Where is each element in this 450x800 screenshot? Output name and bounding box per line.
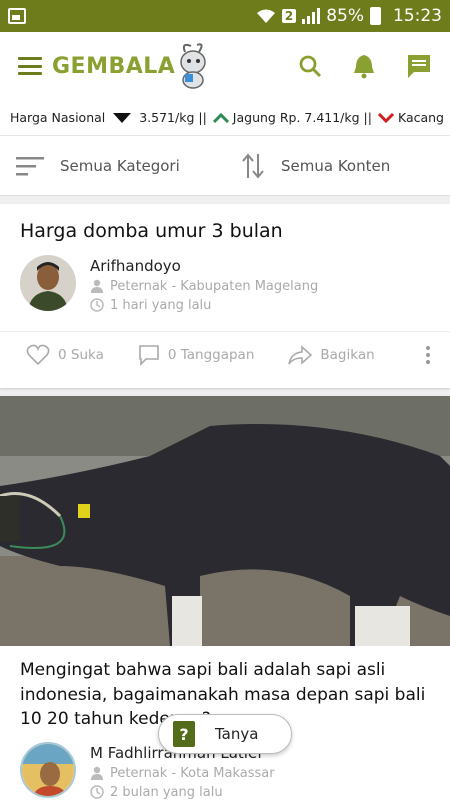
battery-percent: 85% [326,6,364,26]
more-options-icon[interactable] [426,346,430,365]
question-icon: ? [173,721,195,747]
content-filter-label: Semua Konten [281,156,391,175]
post-time: 1 hari yang lalu [90,298,318,313]
logo-text: GEMBALA [52,53,176,79]
avatar[interactable] [20,254,76,311]
trend-up-icon [212,112,229,123]
message-icon[interactable] [406,53,432,79]
category-filter[interactable]: Semua Kategori [0,156,225,176]
person-icon [91,767,103,781]
content-filter[interactable]: Semua Konten [225,152,450,180]
battery-icon [370,7,381,25]
author-role: Peternak - Kabupaten Magelang [90,279,318,294]
ticker-item: Kacang [377,110,444,125]
sim-badge: 2 [281,9,297,23]
menu-icon[interactable] [18,57,42,75]
author-name[interactable]: Arifhandoyo [90,257,318,275]
clock-icon [90,785,104,800]
ticker-item: 3.571/kg || [139,110,207,125]
app-bar: GEMBALA [0,32,450,100]
sort-lines-icon [16,156,44,175]
reply-button[interactable]: 0 Tanggapan [138,344,254,367]
swap-vertical-icon [242,152,264,179]
post-time: 2 bulan yang lalu [90,785,275,800]
trend-down-icon [377,112,394,123]
wifi-icon [256,9,275,23]
search-icon[interactable] [298,54,322,78]
person-icon [91,279,103,294]
category-filter-label: Semua Kategori [60,156,180,175]
dropdown-triangle-icon[interactable] [113,112,132,123]
ask-question-label: Tanya [215,725,259,743]
post-title[interactable]: Harga domba umur 3 bulan [0,204,450,245]
share-button[interactable]: Bagikan [288,345,375,365]
share-icon [288,345,313,365]
ask-question-button[interactable]: ? Tanya [158,714,292,754]
bell-icon[interactable] [352,53,376,79]
avatar[interactable] [20,741,76,798]
gallery-notification-icon [8,8,26,24]
filter-bar: Semua Kategori Semua Konten [0,136,450,196]
post-author: Arifhandoyo Peternak - Kabupaten Magelan… [0,245,450,313]
goat-mascot-icon [180,43,207,89]
author-role: Peternak - Kota Makassar [90,766,275,781]
clock: 15:23 [393,6,442,26]
price-ticker: Harga Nasional 3.571/kg || Jagung Rp. 7.… [0,100,450,136]
post-photo[interactable] [0,396,450,646]
ticker-label: Harga Nasional [10,110,106,125]
post-actions: 0 Suka 0 Tanggapan Bagikan [0,330,450,379]
heart-icon [26,344,50,366]
clock-icon [90,298,104,312]
like-button[interactable]: 0 Suka [26,344,104,366]
comment-icon [139,345,159,367]
post-card[interactable]: Harga domba umur 3 bulan Arifhandoyo Pet… [0,204,450,388]
app-logo[interactable]: GEMBALA [52,42,211,90]
status-bar: 2 85% 15:23 [0,0,450,32]
ticker-item: Jagung Rp. 7.411/kg || [212,110,372,125]
signal-icon [302,8,321,24]
